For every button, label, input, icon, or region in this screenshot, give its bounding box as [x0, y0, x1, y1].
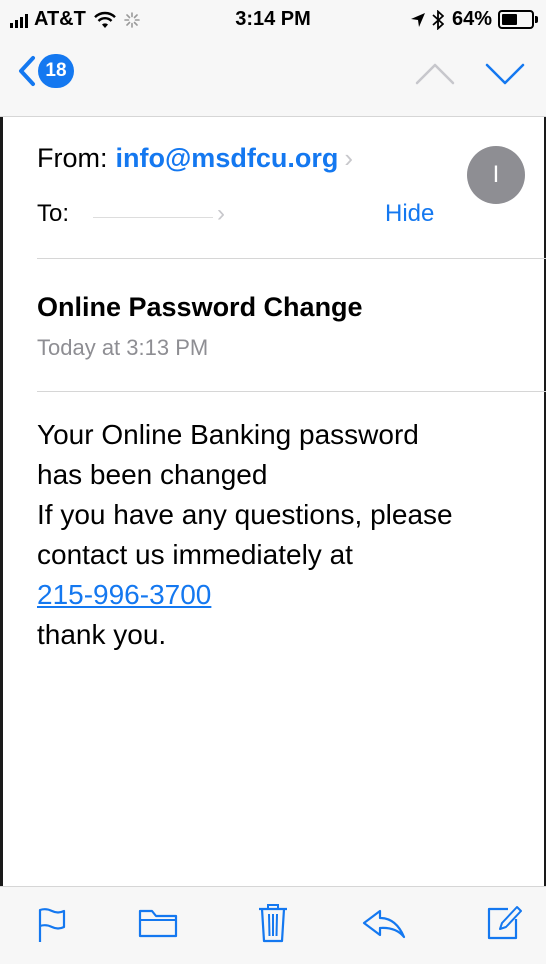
body-closing: thank you. [37, 619, 167, 650]
message-body: Your Online Banking password has been ch… [37, 415, 527, 655]
body-line: Your Online Banking password [37, 419, 419, 450]
reply-icon[interactable] [362, 909, 406, 941]
chevron-left-icon [19, 56, 35, 86]
nav-bar: 18 [0, 40, 546, 117]
hide-details-button[interactable]: Hide [385, 200, 434, 228]
phone-link[interactable]: 215-996-3700 [37, 579, 211, 610]
bluetooth-icon [432, 9, 444, 30]
bottom-toolbar [0, 886, 546, 964]
body-line: contact us immediately at [37, 539, 353, 570]
battery-icon [498, 10, 538, 29]
battery-percent: 64% [451, 8, 492, 30]
recipient-redacted [93, 216, 214, 218]
message-date: Today at 3:13 PM [37, 335, 209, 360]
header-divider [37, 258, 546, 259]
chevron-down-icon[interactable] [484, 60, 526, 88]
folder-icon[interactable] [138, 907, 178, 939]
sender-chevron-icon: › [344, 143, 353, 173]
from-row: From: info@msdfcu.org › [37, 143, 353, 174]
to-row: To: › [37, 200, 225, 228]
chevron-up-icon[interactable] [414, 60, 456, 88]
recipient-chevron-icon[interactable]: › [217, 200, 225, 228]
subject-divider [37, 391, 546, 392]
message-subject: Online Password Change [37, 292, 363, 322]
compose-icon[interactable] [486, 903, 522, 941]
to-label: To: [37, 200, 70, 227]
back-button[interactable]: 18 [18, 54, 74, 88]
flag-icon[interactable] [37, 907, 67, 943]
trash-icon[interactable] [258, 903, 288, 943]
device-frame-left [0, 0, 3, 963]
unread-count-badge: 18 [38, 54, 74, 88]
from-label: From: [37, 143, 108, 173]
status-bar: AT&T 3:14 PM 64% [0, 0, 546, 40]
sender-address[interactable]: info@msdfcu.org [116, 143, 339, 174]
location-arrow-icon [410, 12, 425, 27]
body-line: has been changed [37, 459, 268, 490]
status-right: 64% [410, 8, 538, 31]
body-line: If you have any questions, please [37, 499, 453, 530]
battery-level [502, 14, 517, 25]
sender-avatar[interactable]: I [467, 146, 525, 204]
